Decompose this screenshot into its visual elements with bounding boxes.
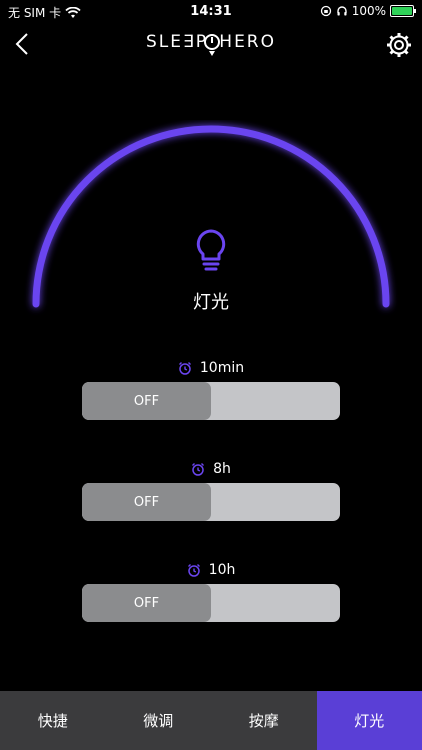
- headphones-icon: [336, 6, 347, 16]
- gear-icon[interactable]: [384, 30, 414, 60]
- timer-label: 10h: [0, 562, 422, 578]
- nav-bar: SLE∃P HERO: [0, 22, 422, 66]
- toggle-knob[interactable]: OFF: [82, 483, 211, 521]
- status-right: 100%: [320, 4, 416, 18]
- timer-label: 10min: [0, 360, 422, 376]
- toggle-knob[interactable]: OFF: [82, 584, 211, 622]
- tab-bar: 快捷 微调 按摩 灯光: [0, 691, 422, 750]
- toggle-knob[interactable]: OFF: [82, 382, 211, 420]
- alarm-clock-icon: [178, 362, 191, 375]
- battery-percent: 100%: [351, 4, 386, 18]
- orientation-lock-icon: [320, 5, 331, 17]
- tab-quick[interactable]: 快捷: [0, 691, 106, 750]
- timer-toggle-10h[interactable]: OFF: [82, 584, 340, 622]
- timer-duration: 10min: [199, 360, 245, 376]
- tab-massage[interactable]: 按摩: [211, 691, 317, 750]
- timer-duration: 8h: [213, 461, 231, 477]
- timer-toggle-8h[interactable]: OFF: [82, 483, 340, 521]
- tab-adjust[interactable]: 微调: [106, 691, 212, 750]
- timer-toggle-10min[interactable]: OFF: [82, 382, 340, 420]
- status-bar: 无 SIM 卡 14:31 100%: [0, 0, 422, 22]
- alarm-clock-icon: [187, 564, 200, 577]
- tab-light[interactable]: 灯光: [316, 691, 422, 750]
- timer-label: 8h: [0, 461, 422, 477]
- timer-duration: 10h: [208, 562, 236, 578]
- alarm-clock-icon: [192, 463, 205, 476]
- lightbulb-icon: [196, 229, 226, 271]
- battery-icon: [390, 5, 416, 17]
- mode-title: 灯光: [193, 292, 229, 313]
- logo-text-right: HERO: [219, 32, 276, 52]
- app-logo: SLE∃P HERO: [146, 30, 276, 58]
- logo-text-left: SLE∃P: [146, 32, 208, 52]
- chevron-left-icon[interactable]: [10, 30, 38, 58]
